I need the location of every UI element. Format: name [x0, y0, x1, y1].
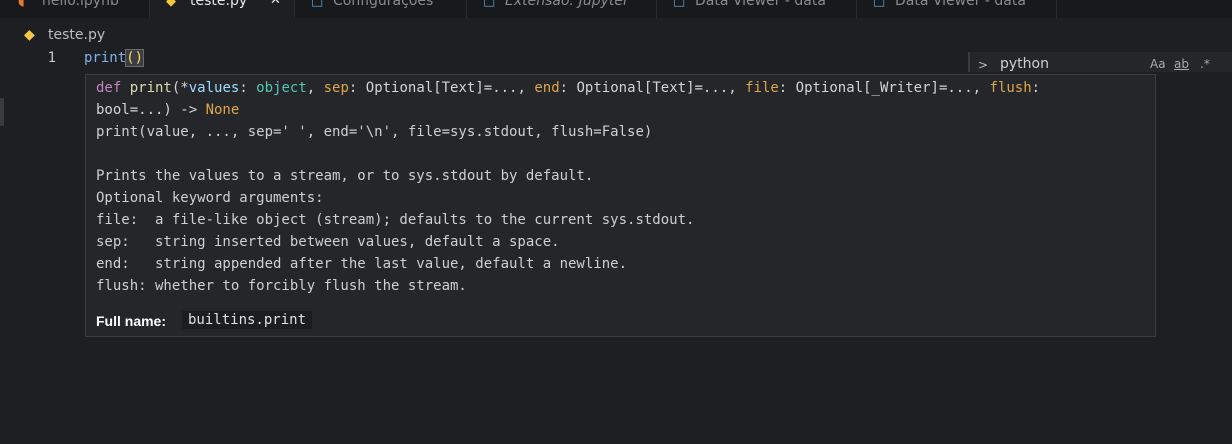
tab-teste-py[interactable]: ◆ teste.py ✕	[150, 0, 295, 18]
doc-line: sep: string inserted between values, def…	[96, 234, 560, 250]
tab-label: Data Viewer - data	[695, 0, 826, 9]
signature-line-1: def print(*values: object, sep: Optional…	[96, 80, 1040, 96]
param-file: file	[745, 80, 779, 96]
full-name-label: Full name:	[96, 313, 167, 329]
find-widget[interactable]: > python Aa ab .*	[968, 52, 1232, 72]
sig-punct: ,	[306, 80, 324, 96]
match-case-button[interactable]: Aa	[1150, 57, 1166, 71]
doc-line: end: string appended after the last valu…	[96, 256, 628, 272]
find-input[interactable]: python	[1000, 56, 1049, 72]
tab-configuracoes[interactable]: □ Configurações	[295, 0, 467, 18]
param-values: values	[188, 80, 240, 96]
doc-line: Prints the values to a stream, or to sys…	[96, 168, 594, 184]
tab-extensao-jupyter[interactable]: □ Extensão: Jupyter	[467, 0, 657, 18]
sig-punct: :	[239, 80, 257, 96]
tab-data-viewer-1[interactable]: □ Data Viewer - data	[657, 0, 857, 18]
file-icon: □	[311, 0, 324, 9]
doc-line: flush: whether to forcibly flush the str…	[96, 278, 467, 294]
sig-type: : Optional[Text]=...,	[348, 80, 535, 96]
gutter-marker	[0, 98, 4, 126]
sig-punct: :	[1031, 80, 1041, 96]
jupyter-icon: ◖	[18, 0, 25, 9]
return-type: None	[205, 102, 240, 118]
tab-label: Extensão: Jupyter	[505, 0, 629, 9]
python-icon: ◆	[24, 27, 35, 43]
doc-line: Optional keyword arguments:	[96, 190, 324, 206]
doc-line: file: a file-like object (stream); defau…	[96, 212, 695, 228]
sig-type: : Optional[_Writer]=...,	[778, 80, 990, 96]
function-name: print	[129, 80, 172, 96]
sig-bool: bool=...) ->	[96, 102, 206, 118]
code-line[interactable]: print()	[84, 49, 145, 67]
tab-bar: ◖ hello.ipynb ◆ teste.py ✕ □ Configuraçõ…	[0, 0, 1232, 18]
hover-tooltip: def print(*values: object, sep: Optional…	[85, 74, 1156, 337]
code-function: print	[84, 50, 127, 66]
python-icon: ◆	[166, 0, 176, 9]
tab-label: hello.ipynb	[42, 0, 119, 9]
chevron-right-icon[interactable]: >	[978, 58, 988, 72]
full-name-value: builtins.print	[182, 311, 313, 329]
tab-label: Configurações	[333, 0, 434, 9]
type-object: object	[256, 80, 307, 96]
tab-data-viewer-2[interactable]: □ Data Viewer - data	[857, 0, 1057, 18]
def-keyword: def	[96, 80, 130, 96]
breadcrumb-file[interactable]: teste.py	[48, 27, 105, 43]
tab-label: Data Viewer - data	[895, 0, 1026, 9]
param-sep: sep	[323, 80, 349, 96]
param-end: end	[534, 80, 560, 96]
param-flush: flush	[989, 80, 1032, 96]
signature-line-2: bool=...) -> None	[96, 102, 239, 118]
tab-hello-ipynb[interactable]: ◖ hello.ipynb	[0, 0, 150, 18]
sig-punct: (*	[171, 80, 189, 96]
usage-line: print(value, ..., sep=' ', end='\n', fil…	[96, 124, 653, 140]
regex-button[interactable]: .*	[1200, 57, 1210, 71]
whole-word-button[interactable]: ab	[1174, 57, 1189, 71]
file-icon: □	[483, 0, 496, 9]
code-parens: ()	[125, 49, 145, 67]
file-icon: □	[673, 0, 686, 9]
line-number: 1	[47, 50, 56, 66]
tab-label: teste.py	[190, 0, 248, 9]
file-icon: □	[873, 0, 886, 9]
sig-type: : Optional[Text]=...,	[559, 80, 746, 96]
close-icon[interactable]: ✕	[270, 0, 281, 8]
